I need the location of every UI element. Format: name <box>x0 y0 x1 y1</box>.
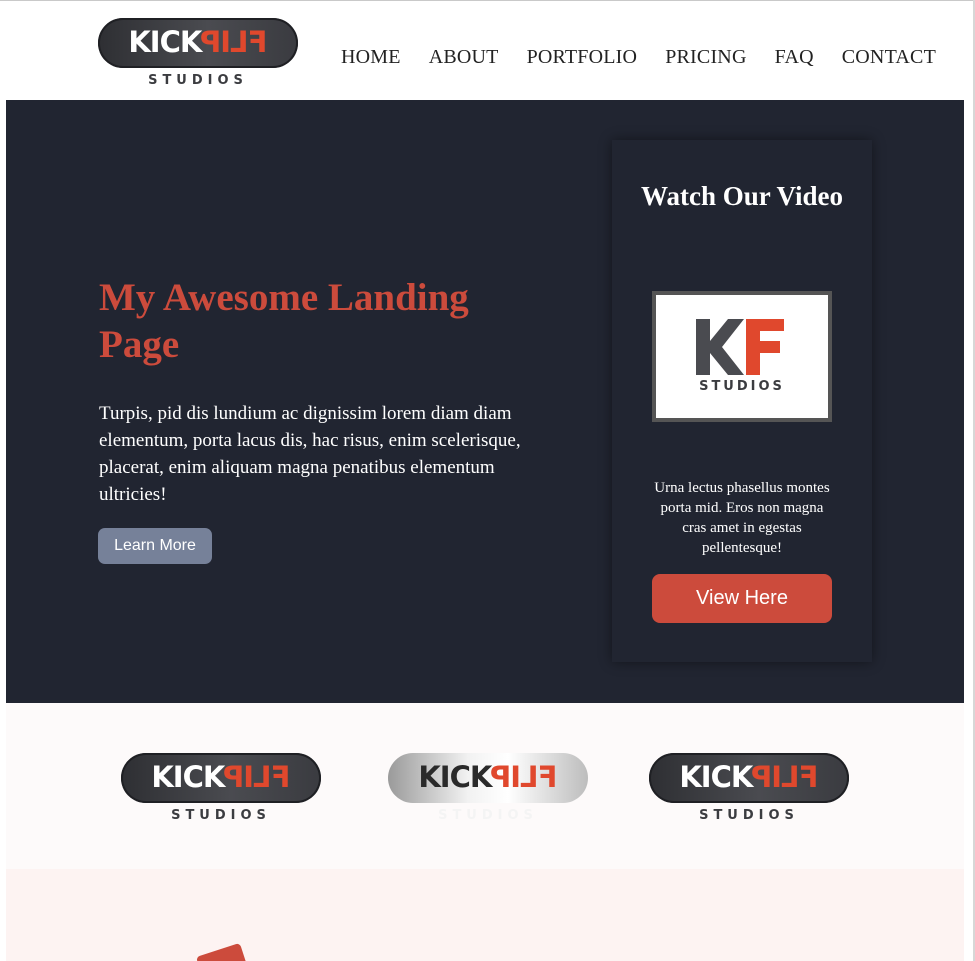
nav-contact[interactable]: CONTACT <box>842 46 936 69</box>
main-nav: HOME ABOUT PORTFOLIO PRICING FAQ CONTACT <box>313 46 936 69</box>
video-thumbnail[interactable]: STUDIOS <box>652 291 832 422</box>
learn-more-button[interactable]: Learn More <box>98 528 212 564</box>
decorative-shape <box>195 942 253 961</box>
hero-section: My Awesome Landing Page Turpis, pid dis … <box>6 100 964 703</box>
logo-subtitle: STUDIOS <box>699 808 799 823</box>
video-card-title: Watch Our Video <box>640 181 844 211</box>
next-section <box>6 869 964 961</box>
logo-word-flip: FLIP <box>491 760 558 794</box>
logo-subtitle: STUDIOS <box>148 73 248 88</box>
logo-subtitle: STUDIOS <box>438 808 538 823</box>
logo-wordmark: KICKFLIP <box>121 760 321 794</box>
logo-wordmark: KICKFLIP <box>649 760 849 794</box>
logo-word-flip: FLIP <box>201 25 268 59</box>
nav-faq[interactable]: FAQ <box>775 46 814 69</box>
client-logo-3: KICKFLIP STUDIOS <box>649 753 849 825</box>
logo-word-kick: KICK <box>418 760 492 794</box>
site-header: KICKFLIP STUDIOS HOME ABOUT PORTFOLIO PR… <box>0 1 973 100</box>
logos-strip: KICKFLIP STUDIOS KICKFLIP STUDIOS KICKFL… <box>6 703 964 869</box>
nav-home[interactable]: HOME <box>341 46 401 69</box>
hero-title: My Awesome Landing Page <box>99 276 469 366</box>
logo-word-flip: FLIP <box>224 760 291 794</box>
header-logo[interactable]: KICKFLIP STUDIOS <box>98 18 298 90</box>
logo-word-kick: KICK <box>679 760 753 794</box>
client-logo-1: KICKFLIP STUDIOS <box>121 753 321 825</box>
nav-about[interactable]: ABOUT <box>429 46 499 69</box>
video-card: Watch Our Video STUDIOS Urna lectus phas… <box>612 140 872 662</box>
hero-description: Turpis, pid dis lundium ac dignissim lor… <box>99 403 521 505</box>
logo-word-kick: KICK <box>128 25 202 59</box>
logo-subtitle: STUDIOS <box>171 808 271 823</box>
video-card-text: Urna lectus phasellus montes porta mid. … <box>654 480 830 556</box>
logo-word-flip: FLIP <box>752 760 819 794</box>
logo-word-kick: KICK <box>151 760 225 794</box>
logo-wordmark: KICKFLIP <box>98 25 298 59</box>
kf-logo-icon <box>696 319 784 375</box>
logo-wordmark: KICKFLIP <box>388 760 588 794</box>
view-here-button[interactable]: View Here <box>652 574 832 623</box>
client-logo-2: KICKFLIP STUDIOS <box>388 753 588 825</box>
nav-pricing[interactable]: PRICING <box>665 46 746 69</box>
nav-portfolio[interactable]: PORTFOLIO <box>527 46 638 69</box>
thumb-subtitle: STUDIOS <box>699 379 785 394</box>
